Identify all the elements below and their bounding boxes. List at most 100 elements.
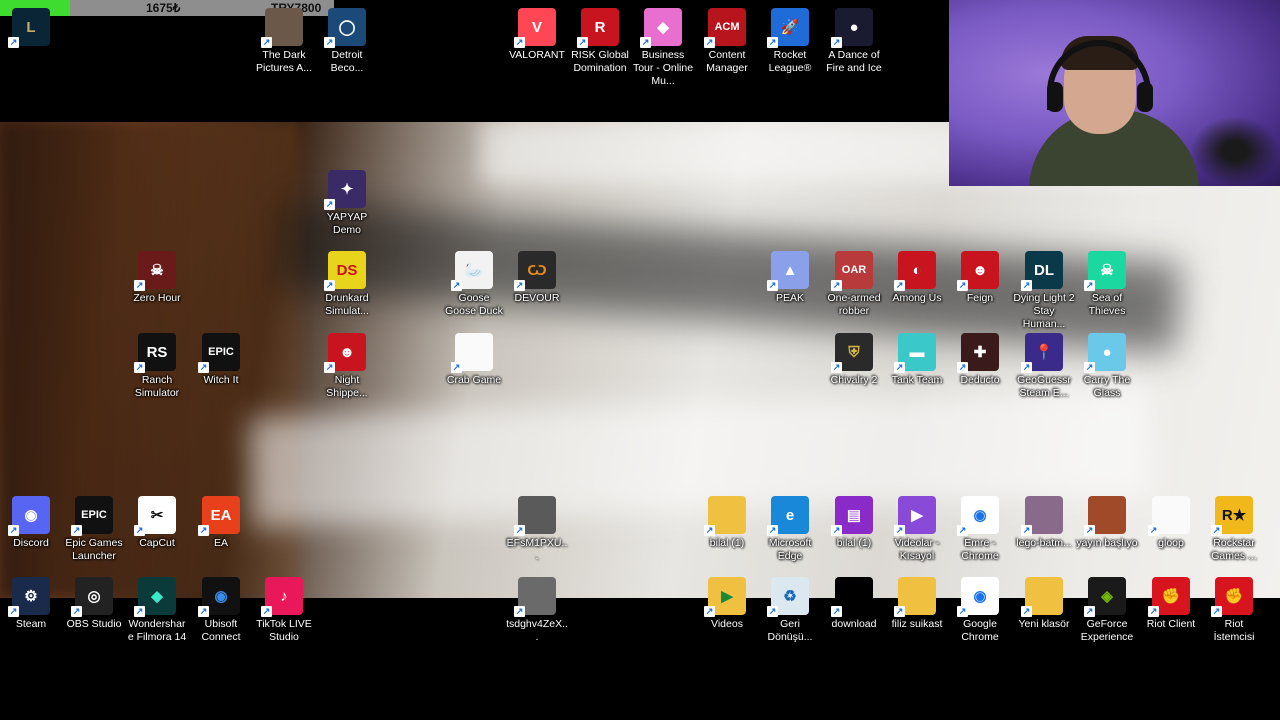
- desktop-icon-label: Business Tour - Online Mu...: [632, 49, 694, 87]
- desktop-icon-lol[interactable]: L ↗: [0, 4, 62, 49]
- desktop-icon-rocket-league[interactable]: 🚀 ↗ Rocket League®: [759, 4, 821, 75]
- desktop-icon-label: filiz suikast: [891, 618, 943, 630]
- desktop-icon-devour[interactable]: Ѡ ↗ DEVOUR: [506, 247, 568, 305]
- shortcut-arrow-icon: ↗: [704, 606, 715, 617]
- desktop-icon-lego[interactable]: ↗ lego-batm...: [1013, 492, 1075, 550]
- desktop-icon-ea[interactable]: EA ↗ EA: [190, 492, 252, 550]
- desktop-icon-riot-istemcisi[interactable]: ✊ ↗ Riot İstemcisi: [1203, 573, 1265, 644]
- desktop-icon-witch-it[interactable]: EPIC ↗ Witch It: [190, 329, 252, 387]
- desktop-icon-ranch[interactable]: RS ↗ Ranch Simulator: [126, 329, 188, 400]
- desktop-icon-dance-fire-ice[interactable]: ● ↗ A Dance of Fire and Ice: [823, 4, 885, 75]
- desktop-icon-content-manager[interactable]: ACM ↗ Content Manager: [696, 4, 758, 75]
- desktop-icon-capcut[interactable]: ✂ ↗ CapCut: [126, 492, 188, 550]
- ea-icon: EA ↗: [198, 496, 240, 536]
- shortcut-arrow-icon: ↗: [324, 199, 335, 210]
- shortcut-arrow-icon: ↗: [198, 606, 209, 617]
- riot-client-icon: ✊ ↗: [1148, 577, 1190, 617]
- shortcut-arrow-icon: ↗: [640, 37, 651, 48]
- desktop-icon-geoguessr[interactable]: 📍 ↗ GeoGuessr Steam E...: [1013, 329, 1075, 400]
- desktop-icon-chrome[interactable]: ◉ ↗ Google Chrome: [949, 573, 1011, 644]
- desktop-icon-gloop[interactable]: ↗ gloop: [1140, 492, 1202, 550]
- desktop-icon-epic-launcher[interactable]: EPIC ↗ Epic Games Launcher: [63, 492, 125, 563]
- videos-icon: ▶ ↗: [704, 577, 746, 617]
- shortcut-arrow-icon: ↗: [134, 606, 145, 617]
- desktop-icon-label: VALORANT: [509, 49, 565, 61]
- desktop-icon-tsdghv[interactable]: ↗ tsdghv4ZeX...: [506, 573, 568, 644]
- desktop-icon-bilal1-a[interactable]: ↗ bilal (1): [696, 492, 758, 550]
- shortcut-arrow-icon: ↗: [831, 606, 842, 617]
- desktop-icon-feign[interactable]: ☻ ↗ Feign: [949, 247, 1011, 305]
- desktop-icon-bilal1-b[interactable]: ▤ ↗ bilal (1): [823, 492, 885, 550]
- shortcut-arrow-icon: ↗: [1084, 280, 1095, 291]
- desktop-icon-label: CapCut: [139, 537, 175, 549]
- overlay-value-1: 1675₺: [146, 1, 181, 15]
- content-manager-icon: ACM ↗: [704, 8, 746, 48]
- ubisoft-icon: ◉ ↗: [198, 577, 240, 617]
- desktop-icon-yapyap[interactable]: ✦ ↗ YAPYAP Demo: [316, 166, 378, 237]
- desktop-icon-filiz[interactable]: ↗ filiz suikast: [886, 573, 948, 631]
- desktop-icon-detroit[interactable]: ◯ ↗ Detroit Beco...: [316, 4, 378, 75]
- desktop-icon-riot-client[interactable]: ✊ ↗ Riot Client: [1140, 573, 1202, 631]
- risk-icon: R ↗: [577, 8, 619, 48]
- desktop-icon-recycle[interactable]: ♻ ↗ Geri Dönüşü...: [759, 573, 821, 644]
- desktop-icon-dying-light[interactable]: DL ↗ Dying Light 2 Stay Human...: [1013, 247, 1075, 331]
- shortcut-arrow-icon: ↗: [324, 37, 335, 48]
- shortcut-arrow-icon: ↗: [134, 362, 145, 373]
- desktop-icon-tank-team[interactable]: ▬ ↗ Tank Team: [886, 329, 948, 387]
- desktop-icon-zero-hour[interactable]: ☠ ↗ Zero Hour: [126, 247, 188, 305]
- shortcut-arrow-icon: ↗: [831, 525, 842, 536]
- desktop-icon-obs[interactable]: ◎ ↗ OBS Studio: [63, 573, 125, 631]
- desktop-icon-goose[interactable]: 🦢 ↗ Goose Goose Duck: [443, 247, 505, 318]
- desktop-icon-tiktok[interactable]: ♪ ↗ TikTok LIVE Studio: [253, 573, 315, 644]
- desktop-icon-label: EA: [213, 537, 228, 549]
- desktop-icon-deducto[interactable]: ✚ ↗ Deducto: [949, 329, 1011, 387]
- desktop-icon-valorant[interactable]: V ↗ VALORANT: [506, 4, 568, 62]
- desktop-icon-rockstar[interactable]: R★ ↗ Rockstar Games ...: [1203, 492, 1265, 563]
- filmora-icon: ◆ ↗: [134, 577, 176, 617]
- desktop-icon-emre[interactable]: ◉ ↗ Emre - Chrome: [949, 492, 1011, 563]
- shortcut-arrow-icon: ↗: [1021, 606, 1032, 617]
- desktop-icon-ubisoft[interactable]: ◉ ↗ Ubisoft Connect: [190, 573, 252, 644]
- desktop-icon-label: lego-batm...: [1016, 537, 1072, 549]
- desktop-icon-discord[interactable]: ◉ ↗ Discord: [0, 492, 62, 550]
- shortcut-arrow-icon: ↗: [451, 280, 462, 291]
- webcam-overlay: [949, 0, 1280, 186]
- desktop-icon-label: Carry The Glass: [1083, 374, 1131, 399]
- drunkard-icon: DS ↗: [324, 251, 366, 291]
- desktop-icon-label: Videolar - Kısayol: [894, 537, 940, 562]
- desktop-icon-dark-pictures[interactable]: ↗ The Dark Pictures A...: [253, 4, 315, 75]
- desktop-icon-carry-glass[interactable]: ● ↗ Carry The Glass: [1076, 329, 1138, 400]
- desktop-icon-videos[interactable]: ▶ ↗ Videos: [696, 573, 758, 631]
- desktop-icon-among-us[interactable]: ◐ ↗ Among Us: [886, 247, 948, 305]
- shortcut-arrow-icon: ↗: [261, 37, 272, 48]
- one-armed-icon: OAR ↗: [831, 251, 873, 291]
- shortcut-arrow-icon: ↗: [1148, 525, 1159, 536]
- desktop-icon-label: download: [831, 618, 877, 630]
- desktop-icon-business-tour[interactable]: ◆ ↗ Business Tour - Online Mu...: [632, 4, 694, 88]
- desktop-icon-chivalry[interactable]: ⛨ ↗ Chivalry 2: [823, 329, 885, 387]
- steam-icon: ⚙ ↗: [8, 577, 50, 617]
- desktop-icon-download[interactable]: ↗ download: [823, 573, 885, 631]
- desktop-icon-efsm[interactable]: ↗ EFsM1PXU...: [506, 492, 568, 563]
- desktop-icon-yeni-klasor[interactable]: ↗ Yeni klasör: [1013, 573, 1075, 631]
- desktop-icon-yayin[interactable]: ↗ yayın başlıyo: [1076, 492, 1138, 550]
- desktop-icon-drunkard[interactable]: DS ↗ Drunkard Simulat...: [316, 247, 378, 318]
- dying-light-icon: DL ↗: [1021, 251, 1063, 291]
- desktop-icon-sea-of-thieves[interactable]: ☠ ↗ Sea of Thieves: [1076, 247, 1138, 318]
- gloop-icon: ↗: [1148, 496, 1190, 536]
- lol-icon: L ↗: [8, 8, 50, 48]
- desktop-icon-filmora[interactable]: ◆ ↗ Wondershare Filmora 14: [126, 573, 188, 644]
- desktop-icon-night-shipper[interactable]: ☻ ↗ Night Shippe...: [316, 329, 378, 400]
- desktop-icon-peak[interactable]: ▲ ↗ PEAK: [759, 247, 821, 305]
- shortcut-arrow-icon: ↗: [134, 525, 145, 536]
- desktop-icon-risk[interactable]: R ↗ RISK Global Domination: [569, 4, 631, 75]
- peak-icon: ▲ ↗: [767, 251, 809, 291]
- desktop-icon-edge[interactable]: e ↗ Microsoft Edge: [759, 492, 821, 563]
- desktop-icon-crab-game[interactable]: ↗ Crab Game: [443, 329, 505, 387]
- desktop-icon-steam[interactable]: ⚙ ↗ Steam: [0, 573, 62, 631]
- desktop-icon-videolar[interactable]: ▶ ↗ Videolar - Kısayol: [886, 492, 948, 563]
- filiz-icon: ↗: [894, 577, 936, 617]
- desktop-icon-geforce[interactable]: ◈ ↗ GeForce Experience: [1076, 573, 1138, 644]
- desktop-icon-one-armed[interactable]: OAR ↗ One-armed robber: [823, 247, 885, 318]
- shortcut-arrow-icon: ↗: [957, 362, 968, 373]
